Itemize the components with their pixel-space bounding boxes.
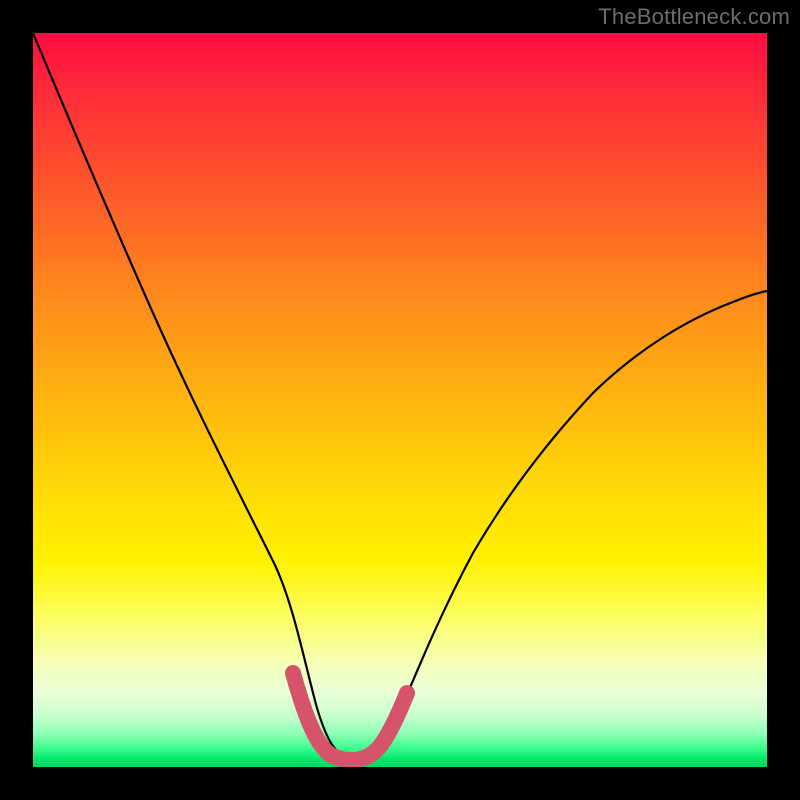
plot-area <box>33 33 767 767</box>
watermark-text: TheBottleneck.com <box>598 4 790 30</box>
curve-layer <box>33 33 767 767</box>
bottleneck-curve <box>33 33 767 759</box>
chart-frame: TheBottleneck.com <box>0 0 800 800</box>
highlight-segment <box>293 673 407 760</box>
